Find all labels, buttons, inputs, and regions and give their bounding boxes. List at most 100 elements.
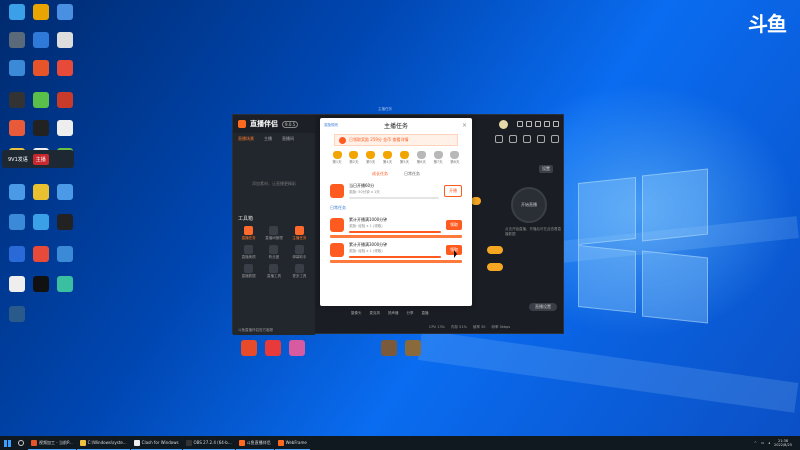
desktop-icon[interactable] (4, 120, 30, 137)
search-icon[interactable] (18, 440, 24, 446)
desktop-icon[interactable] (52, 120, 78, 137)
app-tab[interactable]: 主播 (264, 136, 272, 142)
app-tab[interactable]: 直播场景 (238, 136, 254, 142)
checkin-day: 第4天 (381, 151, 395, 165)
tool-item[interactable]: 更多工具 (287, 264, 312, 279)
desktop-icon[interactable] (28, 246, 54, 263)
desktop-icon[interactable] (52, 184, 78, 201)
app-tab[interactable]: 直播间 (282, 136, 294, 142)
desktop-icon[interactable] (52, 92, 78, 109)
network-icon[interactable]: ▭ (761, 441, 764, 445)
desktop-icon[interactable] (4, 246, 30, 263)
desktop-icon[interactable] (260, 340, 286, 357)
bottom-tool[interactable]: 摄像头 (351, 311, 362, 316)
desktop-icon[interactable] (52, 276, 78, 293)
desktop-icon[interactable] (52, 32, 78, 49)
task-action-button[interactable]: 领取 (446, 220, 462, 230)
tool-item[interactable]: 直播工具 (261, 264, 286, 279)
floating-toolbar-left[interactable]: 9V1发语 (8, 156, 28, 163)
desktop-icon[interactable] (28, 214, 54, 231)
desktop-icon[interactable] (28, 120, 54, 137)
desktop-icon[interactable] (52, 60, 78, 77)
clock[interactable]: 21:38 2022/8/25 (774, 439, 792, 447)
reward-banner[interactable]: 已领取奖励 259分 金币 查看详情 (334, 134, 458, 146)
orange-indicator[interactable] (487, 246, 503, 254)
desktop-icon[interactable] (4, 32, 30, 49)
douyu-watermark: 斗鱼 (748, 12, 787, 36)
desktop-icon[interactable] (52, 214, 78, 231)
app-version-badge[interactable]: 9.0.5 (282, 120, 299, 128)
close-icon[interactable] (553, 121, 559, 127)
desktop-icon[interactable] (52, 4, 78, 21)
desktop-icon[interactable] (28, 276, 54, 293)
task-segment-tab[interactable]: 日常任务 (404, 171, 420, 177)
desktop-icon[interactable] (52, 246, 78, 263)
trophy-icon (416, 151, 426, 159)
bottom-tool[interactable]: 扬声器 (388, 311, 399, 316)
minimize-icon[interactable] (544, 121, 550, 127)
gift-icon[interactable] (495, 135, 503, 143)
taskbar-app[interactable]: 斗鱼直播伴侣 (235, 436, 274, 450)
desktop-icon[interactable] (4, 214, 30, 231)
share-icon[interactable] (551, 135, 559, 143)
app-footer[interactable]: 斗鱼直播伴侣官方客服 (233, 325, 315, 335)
bottom-tool[interactable]: 分享 (407, 311, 414, 316)
tool-item[interactable]: 主播任务 (287, 226, 312, 241)
tray-chevron-icon[interactable]: ^ (754, 441, 757, 445)
tool-item[interactable]: 直播美颜 (236, 245, 261, 260)
desktop-icon[interactable] (4, 276, 30, 293)
desktop-icon[interactable] (28, 32, 54, 49)
desktop-icon[interactable] (4, 184, 30, 201)
task-segment-tab[interactable]: 成长任务 (372, 171, 388, 177)
tool-item[interactable]: 直播任务 (236, 226, 261, 241)
desktop-icon[interactable] (28, 184, 54, 201)
task-progress (349, 231, 441, 233)
fire-icon (339, 136, 346, 144)
floating-toolbar-right[interactable]: 主播 (32, 153, 49, 165)
desktop-icon[interactable] (400, 340, 426, 357)
live-settings-button[interactable]: 直播设置 (529, 303, 557, 311)
volume-icon[interactable]: ◂ (768, 441, 770, 445)
cart-icon[interactable] (509, 135, 517, 143)
desktop-icon[interactable] (284, 340, 310, 357)
desktop-icon[interactable] (4, 4, 30, 21)
chat-icon[interactable] (523, 135, 531, 143)
taskbar-app[interactable]: OBS 27.2.4 (64-b... (182, 436, 235, 450)
tool-item[interactable]: 直播数据 (236, 264, 261, 279)
desktop-icon[interactable] (28, 60, 54, 77)
trophy-icon (450, 151, 460, 159)
floating-toolbar[interactable]: 9V1发语 主播 (2, 150, 74, 168)
tool-item[interactable]: 弹幕助手 (287, 245, 312, 260)
taskbar-app[interactable]: Clash for Windows (130, 436, 182, 450)
settings-button[interactable]: 设置 (539, 165, 553, 173)
bottom-tool[interactable]: 直播 (422, 311, 429, 316)
desktop-icon[interactable] (28, 92, 54, 109)
message-icon[interactable] (517, 121, 523, 127)
start-button[interactable] (0, 436, 14, 450)
bell-icon[interactable] (537, 135, 545, 143)
desktop-icon[interactable] (4, 92, 30, 109)
close-icon[interactable]: × (462, 122, 467, 129)
desktop-icon[interactable] (4, 306, 30, 323)
desktop-icon[interactable] (28, 4, 54, 21)
taskbar-app[interactable]: C:\Windows\syste... (76, 436, 130, 450)
desktop-icon[interactable] (236, 340, 262, 357)
settings-icon[interactable] (535, 121, 541, 127)
taskbar-app[interactable]: WebFrame (274, 436, 310, 450)
taskbar-app[interactable]: 视频加工 - 当前P... (28, 436, 76, 450)
bottom-tool[interactable]: 麦克风 (370, 311, 381, 316)
shirt-icon[interactable] (526, 121, 532, 127)
reward-rules-link[interactable]: 奖励规则 (324, 123, 338, 128)
tool-item[interactable]: 粉丝团 (261, 245, 286, 260)
start-live-button[interactable]: 开始直播 (511, 187, 547, 223)
performance-stats: CPU 13% 内存 51% 帧率 30 码率 0kbps (429, 325, 510, 330)
desktop-icon[interactable] (4, 60, 30, 77)
task-action-button[interactable]: 开播 (444, 185, 462, 197)
user-avatar[interactable] (499, 119, 508, 129)
tool-item[interactable]: 直播间管理 (261, 226, 286, 241)
desktop-icon[interactable] (376, 340, 402, 357)
orange-indicator[interactable] (487, 263, 503, 271)
tool-icon (244, 264, 254, 273)
taskbar-app-icon (277, 439, 284, 446)
taskbar-app-icon (79, 439, 86, 446)
